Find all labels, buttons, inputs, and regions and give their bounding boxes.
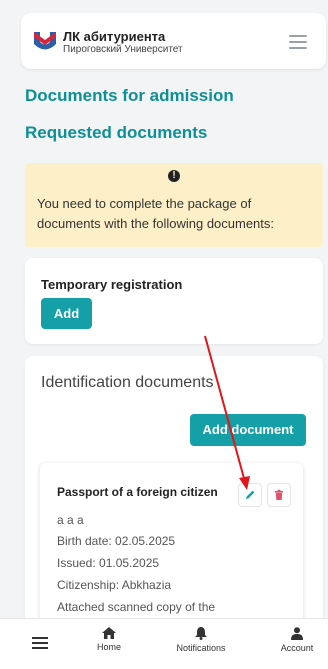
edit-document-button[interactable]: [238, 483, 262, 507]
temporary-registration-title: Temporary registration: [41, 277, 183, 292]
app-title: ЛК абитуриента: [63, 29, 166, 44]
hamburger-menu-icon[interactable]: [289, 35, 307, 49]
user-icon: [291, 627, 303, 640]
add-document-button[interactable]: Add document: [190, 414, 306, 446]
documents-heading: Documents for admission: [25, 86, 234, 105]
bell-icon: [195, 627, 207, 640]
birth-date: Birth date: 02.05.2025: [57, 534, 176, 548]
citizenship: Citizenship: Abkhazia: [57, 578, 172, 592]
exclamation-icon: !: [168, 170, 180, 182]
identification-documents-title: Identification documents: [41, 374, 214, 391]
document-holder-name: a a a: [57, 513, 84, 527]
app-subtitle: Пироговский Университет: [63, 44, 183, 55]
nav-account[interactable]: Account: [277, 627, 317, 653]
delete-document-button[interactable]: [267, 483, 291, 507]
nav-notifications[interactable]: Notifications: [168, 627, 234, 653]
temporary-registration-card: Temporary registration Add: [25, 258, 323, 344]
university-logo: [34, 32, 56, 50]
nav-notifications-label: Notifications: [176, 643, 226, 653]
bottom-navigation: Home Notifications Account: [0, 618, 328, 669]
nav-home[interactable]: Home: [94, 627, 124, 652]
missing-documents-alert: ! You need to complete the package of do…: [25, 163, 323, 247]
document-title: Passport of a foreign citizen: [57, 485, 218, 499]
trash-icon: [275, 489, 283, 500]
issued-date: Issued: 01.05.2025: [57, 556, 160, 570]
add-temporary-registration-button[interactable]: Add: [41, 298, 92, 329]
home-icon: [102, 627, 116, 639]
app-header: ЛК абитуриента Пироговский Университет: [21, 13, 326, 69]
attached-scan-text: Attached scanned copy of the: [57, 600, 216, 614]
requested-documents-heading: Requested documents: [25, 123, 208, 142]
pencil-icon: [246, 490, 255, 499]
nav-home-label: Home: [96, 642, 121, 652]
menu-icon[interactable]: [32, 637, 48, 649]
nav-account-label: Account: [280, 643, 314, 653]
alert-text: You need to complete the package of docu…: [37, 196, 275, 231]
